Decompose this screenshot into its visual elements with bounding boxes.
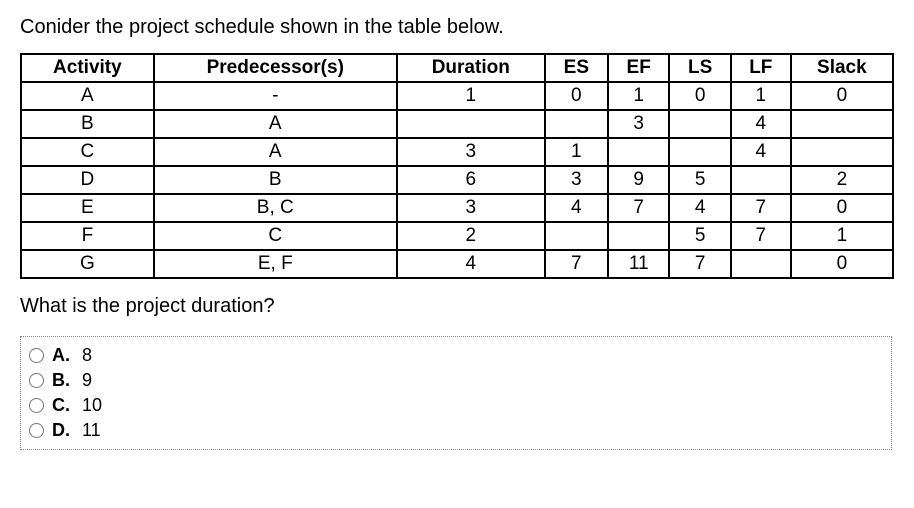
cell-ef: 3 xyxy=(608,110,669,138)
cell-slack: 0 xyxy=(791,194,893,222)
cell-activity: G xyxy=(21,250,154,278)
cell-ef: 1 xyxy=(608,82,669,110)
cell-activity: E xyxy=(21,194,154,222)
cell-dur: 3 xyxy=(397,194,545,222)
option-radio[interactable] xyxy=(29,348,44,363)
cell-ls: 5 xyxy=(669,166,730,194)
cell-slack xyxy=(791,110,893,138)
table-body: A-101010BA34CA314DB63952EB, C347470FC257… xyxy=(21,82,893,278)
table-row: EB, C347470 xyxy=(21,194,893,222)
cell-activity: F xyxy=(21,222,154,250)
cell-es: 1 xyxy=(545,138,608,166)
option-row: A. 8 xyxy=(29,343,883,368)
header-slack: Slack xyxy=(791,54,893,82)
table-row: FC2 571 xyxy=(21,222,893,250)
option-value: 9 xyxy=(82,370,92,391)
cell-pred: A xyxy=(154,138,397,166)
cell-ls xyxy=(669,138,730,166)
cell-pred: B, C xyxy=(154,194,397,222)
cell-lf: 4 xyxy=(731,138,791,166)
table-row: BA 3 4 xyxy=(21,110,893,138)
cell-dur: 1 xyxy=(397,82,545,110)
cell-pred: C xyxy=(154,222,397,250)
cell-ef: 9 xyxy=(608,166,669,194)
option-radio[interactable] xyxy=(29,423,44,438)
option-row: B. 9 xyxy=(29,368,883,393)
prompt-text: Conider the project schedule shown in th… xyxy=(20,16,894,39)
cell-es xyxy=(545,110,608,138)
cell-es: 4 xyxy=(545,194,608,222)
cell-es: 3 xyxy=(545,166,608,194)
cell-ef xyxy=(608,222,669,250)
table-row: A-101010 xyxy=(21,82,893,110)
option-radio[interactable] xyxy=(29,373,44,388)
cell-lf: 4 xyxy=(731,110,791,138)
cell-activity: D xyxy=(21,166,154,194)
option-row: C. 10 xyxy=(29,393,883,418)
header-duration: Duration xyxy=(397,54,545,82)
header-ef: EF xyxy=(608,54,669,82)
cell-es: 0 xyxy=(545,82,608,110)
cell-ls xyxy=(669,110,730,138)
header-lf: LF xyxy=(731,54,791,82)
options-box: A. 8 B. 9 C. 10 D. 11 xyxy=(20,336,892,450)
header-predecessor: Predecessor(s) xyxy=(154,54,397,82)
schedule-table: Activity Predecessor(s) Duration ES EF L… xyxy=(20,53,894,279)
cell-lf: 7 xyxy=(731,222,791,250)
cell-lf xyxy=(731,250,791,278)
table-header-row: Activity Predecessor(s) Duration ES EF L… xyxy=(21,54,893,82)
header-ls: LS xyxy=(669,54,730,82)
cell-ls: 5 xyxy=(669,222,730,250)
cell-es xyxy=(545,222,608,250)
cell-lf: 7 xyxy=(731,194,791,222)
cell-ls: 7 xyxy=(669,250,730,278)
cell-dur: 6 xyxy=(397,166,545,194)
table-row: CA31 4 xyxy=(21,138,893,166)
option-letter: B. xyxy=(52,370,74,391)
cell-ls: 0 xyxy=(669,82,730,110)
cell-pred: - xyxy=(154,82,397,110)
table-row: GE, F471170 xyxy=(21,250,893,278)
cell-slack: 0 xyxy=(791,250,893,278)
option-row: D. 11 xyxy=(29,418,883,443)
cell-pred: E, F xyxy=(154,250,397,278)
option-letter: C. xyxy=(52,395,74,416)
cell-ef: 7 xyxy=(608,194,669,222)
option-value: 8 xyxy=(82,345,92,366)
cell-slack xyxy=(791,138,893,166)
cell-dur: 3 xyxy=(397,138,545,166)
cell-slack: 0 xyxy=(791,82,893,110)
cell-pred: A xyxy=(154,110,397,138)
option-letter: D. xyxy=(52,420,74,441)
cell-slack: 1 xyxy=(791,222,893,250)
cell-activity: A xyxy=(21,82,154,110)
cell-slack: 2 xyxy=(791,166,893,194)
cell-dur xyxy=(397,110,545,138)
table-row: DB6395 2 xyxy=(21,166,893,194)
option-value: 10 xyxy=(82,395,102,416)
cell-lf: 1 xyxy=(731,82,791,110)
cell-dur: 4 xyxy=(397,250,545,278)
cell-es: 7 xyxy=(545,250,608,278)
cell-ef xyxy=(608,138,669,166)
cell-ef: 11 xyxy=(608,250,669,278)
option-value: 11 xyxy=(82,420,101,441)
cell-lf xyxy=(731,166,791,194)
cell-activity: C xyxy=(21,138,154,166)
option-radio[interactable] xyxy=(29,398,44,413)
cell-ls: 4 xyxy=(669,194,730,222)
cell-activity: B xyxy=(21,110,154,138)
cell-pred: B xyxy=(154,166,397,194)
header-activity: Activity xyxy=(21,54,154,82)
cell-dur: 2 xyxy=(397,222,545,250)
question-text: What is the project duration? xyxy=(20,295,894,318)
header-es: ES xyxy=(545,54,608,82)
option-letter: A. xyxy=(52,345,74,366)
